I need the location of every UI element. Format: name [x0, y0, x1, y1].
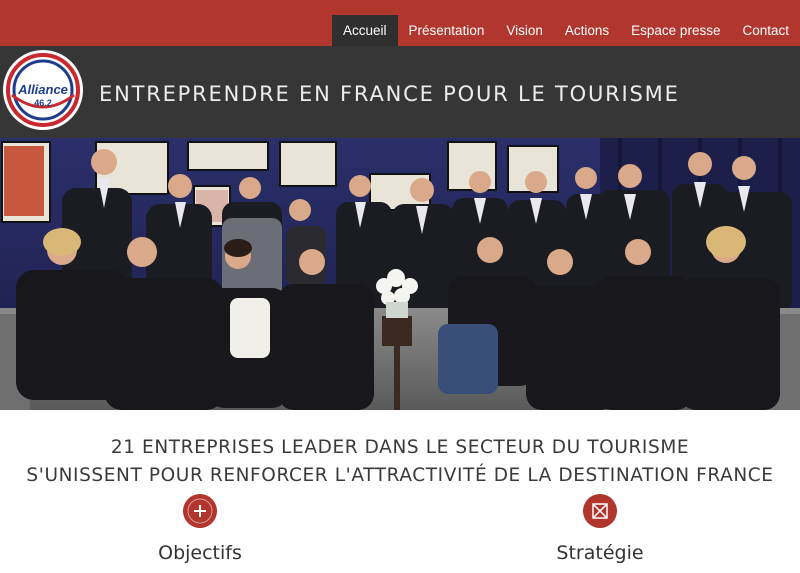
nav-vision[interactable]: Vision [495, 15, 554, 46]
site-tagline: ENTREPRENDRE EN FRANCE POUR LE TOURISME [99, 82, 680, 106]
nav-espace-presse[interactable]: Espace presse [620, 15, 731, 46]
expand-arrows-icon[interactable] [583, 494, 617, 528]
nav-presentation[interactable]: Présentation [398, 15, 496, 46]
site-header: Alliance 46.2 ENTREPRENDRE EN FRANCE POU… [0, 46, 800, 138]
plus-icon[interactable] [183, 494, 217, 528]
alliance-logo[interactable]: Alliance 46.2 [2, 49, 84, 131]
nav-contact[interactable]: Contact [731, 15, 800, 46]
logo-text: Alliance [17, 82, 68, 97]
top-bar: Accueil Présentation Vision Actions Espa… [0, 0, 800, 46]
intro-line-1: 21 ENTREPRISES LEADER DANS LE SECTEUR DU… [110, 437, 690, 458]
nav-accueil[interactable]: Accueil [332, 15, 398, 46]
feature-label-objectifs[interactable]: Objectifs [100, 542, 300, 564]
logo-number: 46.2 [34, 98, 52, 108]
hero-group-photo [0, 138, 800, 410]
feature-strategie[interactable]: Stratégie [500, 494, 700, 564]
intro-line-2: S'UNISSENT POUR RENFORCER L'ATTRACTIVITÉ… [26, 465, 774, 486]
feature-objectifs[interactable]: Objectifs [100, 494, 300, 564]
main-nav: Accueil Présentation Vision Actions Espa… [332, 15, 800, 46]
intro-headline: 21 ENTREPRISES LEADER DANS LE SECTEUR DU… [0, 434, 800, 490]
nav-actions[interactable]: Actions [554, 15, 620, 46]
feature-label-strategie[interactable]: Stratégie [500, 542, 700, 564]
